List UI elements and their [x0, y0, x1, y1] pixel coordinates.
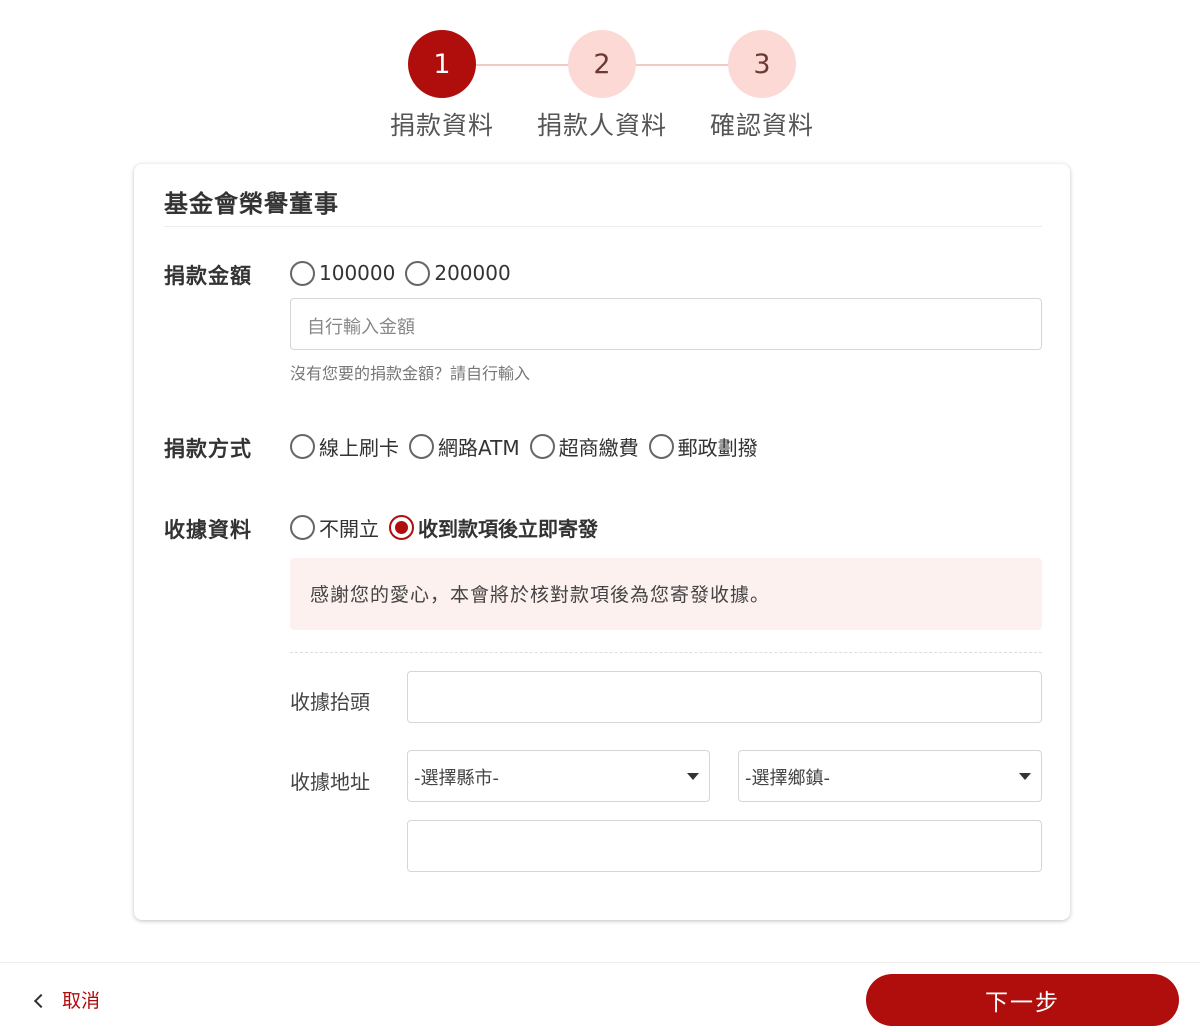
receipt-notice: 感謝您的愛心，本會將於核對款項後為您寄發收據。: [290, 558, 1042, 630]
amount-option-200000[interactable]: 200000: [405, 260, 511, 286]
receipt-label: 收據資料: [164, 518, 252, 542]
receipt-option-send[interactable]: 收到款項後立即寄發: [389, 513, 598, 542]
step-3-label: 確認資料: [709, 111, 814, 140]
custom-amount-input[interactable]: 自行輸入金額: [290, 298, 1042, 350]
amount-label: 捐款金額: [164, 264, 252, 288]
footer-divider: [0, 962, 1200, 963]
method-options: 線上刷卡 網路ATM 超商繳費 郵政劃撥: [290, 431, 768, 461]
receipt-options: 不開立 收到款項後立即寄發: [290, 512, 608, 542]
receipt-address-label: 收據地址: [290, 770, 370, 794]
step-2-label: 捐款人資料: [536, 111, 667, 140]
radio-circle-icon: [290, 260, 315, 286]
method-option-label: 線上刷卡: [319, 435, 399, 460]
radio-circle-icon: [409, 433, 434, 459]
donation-form-card: 基金會榮譽董事 捐款金額 100000 200000 自行輸入金額 沒有您要的捐…: [134, 164, 1070, 920]
radio-circle-icon: [405, 260, 431, 286]
next-step-button[interactable]: 下一步: [866, 974, 1179, 1026]
cancel-label: 取消: [62, 990, 101, 1012]
step-connector: [476, 64, 568, 66]
method-option-convenience-store[interactable]: 超商繳費: [529, 432, 639, 461]
step-connector: [636, 64, 728, 66]
receipt-option-label: 收到款項後立即寄發: [418, 516, 598, 541]
town-select[interactable]: -選擇鄉鎮-: [738, 750, 1042, 802]
custom-amount-placeholder: 自行輸入金額: [307, 317, 415, 338]
receipt-header-input[interactable]: [407, 671, 1042, 723]
amount-option-label: 200000: [434, 261, 511, 285]
card-title: 基金會榮譽董事: [164, 190, 339, 218]
receipt-option-label: 不開立: [319, 516, 379, 541]
amount-option-100000[interactable]: 100000: [290, 260, 396, 286]
step-1-circle: 1: [408, 30, 476, 98]
amount-option-label: 100000: [319, 261, 396, 285]
receipt-address-input[interactable]: [407, 820, 1042, 872]
method-option-label: 網路ATM: [438, 435, 520, 460]
chevron-left-icon: [33, 993, 49, 1008]
receipt-option-none[interactable]: 不開立: [290, 513, 379, 542]
method-label: 捐款方式: [164, 437, 252, 461]
method-option-postal[interactable]: 郵政劃撥: [648, 432, 758, 461]
receipt-header-label: 收據抬頭: [290, 690, 370, 714]
radio-circle-icon: [529, 433, 555, 459]
dropdown-caret-icon: [1019, 773, 1031, 780]
step-1-label: 捐款資料: [389, 111, 494, 140]
receipt-divider: [290, 652, 1042, 653]
title-divider: [164, 226, 1042, 227]
cancel-button[interactable]: 取消: [33, 986, 101, 1013]
progress-stepper: 1 2 3 捐款資料 捐款人資料 確認資料: [0, 30, 1200, 140]
radio-circle-icon: [290, 514, 315, 540]
radio-circle-icon: [648, 433, 674, 459]
step-2-circle: 2: [568, 30, 636, 98]
radio-circle-icon: [290, 433, 315, 459]
amount-hint: 沒有您要的捐款金額？請自行輸入: [290, 364, 531, 383]
receipt-notice-text: 感謝您的愛心，本會將於核對款項後為您寄發收據。: [310, 584, 771, 606]
town-select-value: -選擇鄉鎮-: [745, 768, 830, 789]
radio-checked-icon: [389, 514, 414, 540]
city-select-value: -選擇縣市-: [414, 768, 499, 789]
amount-options: 100000 200000: [290, 258, 521, 288]
step-3-circle: 3: [728, 30, 796, 98]
method-option-credit-card[interactable]: 線上刷卡: [290, 432, 399, 461]
dropdown-caret-icon: [687, 773, 699, 780]
city-select[interactable]: -選擇縣市-: [407, 750, 710, 802]
method-option-label: 超商繳費: [558, 435, 639, 460]
method-option-atm[interactable]: 網路ATM: [409, 432, 520, 461]
method-option-label: 郵政劃撥: [677, 435, 758, 460]
